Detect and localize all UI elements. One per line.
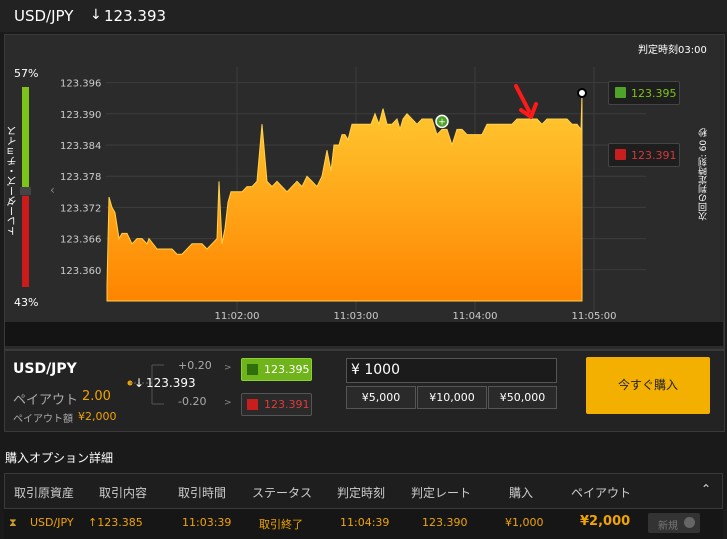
low-percent: 43%: [14, 296, 39, 309]
trader-choice-low-fill: [22, 196, 29, 287]
row-payout: ¥2,000: [580, 514, 631, 529]
high-button[interactable]: 123.395: [241, 358, 312, 381]
row-status: 取引終了: [259, 518, 303, 531]
svg-text:>: >: [224, 363, 232, 373]
high-percent: 57%: [14, 67, 39, 80]
high-button-rate: 123.395: [264, 363, 310, 376]
judge-time-label: 判定時刻03:00: [638, 45, 707, 56]
down-arrow-icon: [615, 149, 626, 160]
payout-label: ペイアウト: [13, 393, 79, 408]
col-asset: 取引原資産: [14, 486, 75, 500]
chart-low-rate: 123.391: [631, 149, 677, 162]
y-tick-label: 123.372: [60, 203, 101, 214]
details-title: 購入オプション詳細: [5, 451, 114, 465]
trader-choice-marker: [20, 187, 31, 195]
new-button[interactable]: 新規: [648, 513, 700, 533]
next-judge-label: 次回の判定時刻: 60 秒: [699, 128, 709, 221]
header-bar: USD/JPY ↓ 123.393: [0, 0, 727, 32]
col-direction: 取引内容: [99, 486, 148, 500]
col-payout: ペイアウト: [571, 486, 632, 500]
low-button[interactable]: 123.391: [241, 393, 312, 416]
y-tick-label: 123.378: [60, 172, 101, 183]
hourglass-icon: ⧗: [9, 516, 17, 529]
price-area: [106, 92, 583, 302]
chart-high-rate-box: 123.395: [608, 81, 680, 105]
down-arrow-icon: ↓: [90, 7, 102, 23]
buy-now-button[interactable]: 今すぐ購入: [586, 357, 710, 414]
low-button-rate: 123.391: [264, 398, 310, 411]
up-arrow-icon: [247, 364, 258, 375]
col-purchase: 購入: [509, 486, 534, 500]
x-tick-label: 11:02:00: [215, 311, 260, 322]
y-tick-label: 123.360: [60, 266, 101, 277]
col-judge-time: 判定時刻: [337, 486, 386, 500]
quick-amount-10000[interactable]: ¥10,000: [417, 386, 487, 409]
trader-choice-high-fill: [22, 87, 29, 188]
chart-footer-band: [5, 322, 723, 346]
quick-amount-5000[interactable]: ¥5,000: [346, 386, 416, 409]
row-purchase: ¥1,000: [505, 516, 544, 529]
chart-low-rate-box: 123.391: [608, 143, 680, 167]
amount-value: ¥ 1000: [351, 362, 400, 378]
red-arrow-annotation: [514, 84, 538, 119]
col-time: 取引時間: [178, 486, 227, 500]
col-status: ステータス: [252, 486, 313, 500]
row-direction: ↑123.385: [88, 516, 143, 529]
plus-icon: +: [438, 117, 446, 127]
collapse-icon[interactable]: ⌃: [701, 482, 711, 496]
col-judge-rate: 判定レート: [411, 486, 472, 500]
row-time: 11:03:39: [182, 516, 232, 529]
trade-pair: USD/JPY: [13, 361, 77, 377]
chart-high-rate: 123.395: [631, 87, 677, 100]
row-judge-time: 11:04:39: [340, 516, 390, 529]
quick-amount-50000[interactable]: ¥50,000: [488, 386, 557, 409]
trader-choice-label: トレーダーズ・チョイス: [8, 126, 19, 236]
svg-text:>: >: [224, 398, 232, 407]
header-pair: USD/JPY: [14, 7, 74, 25]
payout-value: 2.00: [82, 389, 111, 404]
up-arrow-icon: [615, 87, 626, 98]
payout-amount: ¥2,000: [78, 410, 117, 423]
row-asset: USD/JPY: [30, 516, 74, 529]
x-tick-label: 11:05:00: [572, 311, 617, 322]
amount-input[interactable]: ¥ 1000: [346, 358, 557, 383]
row-judge-rate: 123.390: [422, 516, 468, 529]
y-tick-label: 123.390: [60, 110, 101, 121]
header-rate: 123.393: [104, 7, 167, 25]
current-price-marker: [577, 88, 587, 98]
y-tick-label: 123.396: [60, 79, 101, 90]
x-tick-label: 11:04:00: [453, 311, 498, 322]
y-tick-label: 123.366: [60, 235, 101, 246]
down-arrow-icon: [247, 399, 258, 410]
price-chart: 123.396 123.390 123.384 123.378 123.372 123.3…: [60, 67, 646, 322]
close-icon: [684, 517, 695, 528]
y-tick-label: 123.384: [60, 141, 101, 152]
x-tick-label: 11:03:00: [334, 311, 379, 322]
current-rate: 123.393: [146, 376, 196, 390]
down-arrow-icon: ↓: [134, 376, 145, 390]
payout-amount-label: ペイアウト額: [13, 414, 73, 425]
chevron-left-icon[interactable]: ‹: [50, 183, 55, 197]
new-button-label: 新規: [658, 521, 678, 532]
